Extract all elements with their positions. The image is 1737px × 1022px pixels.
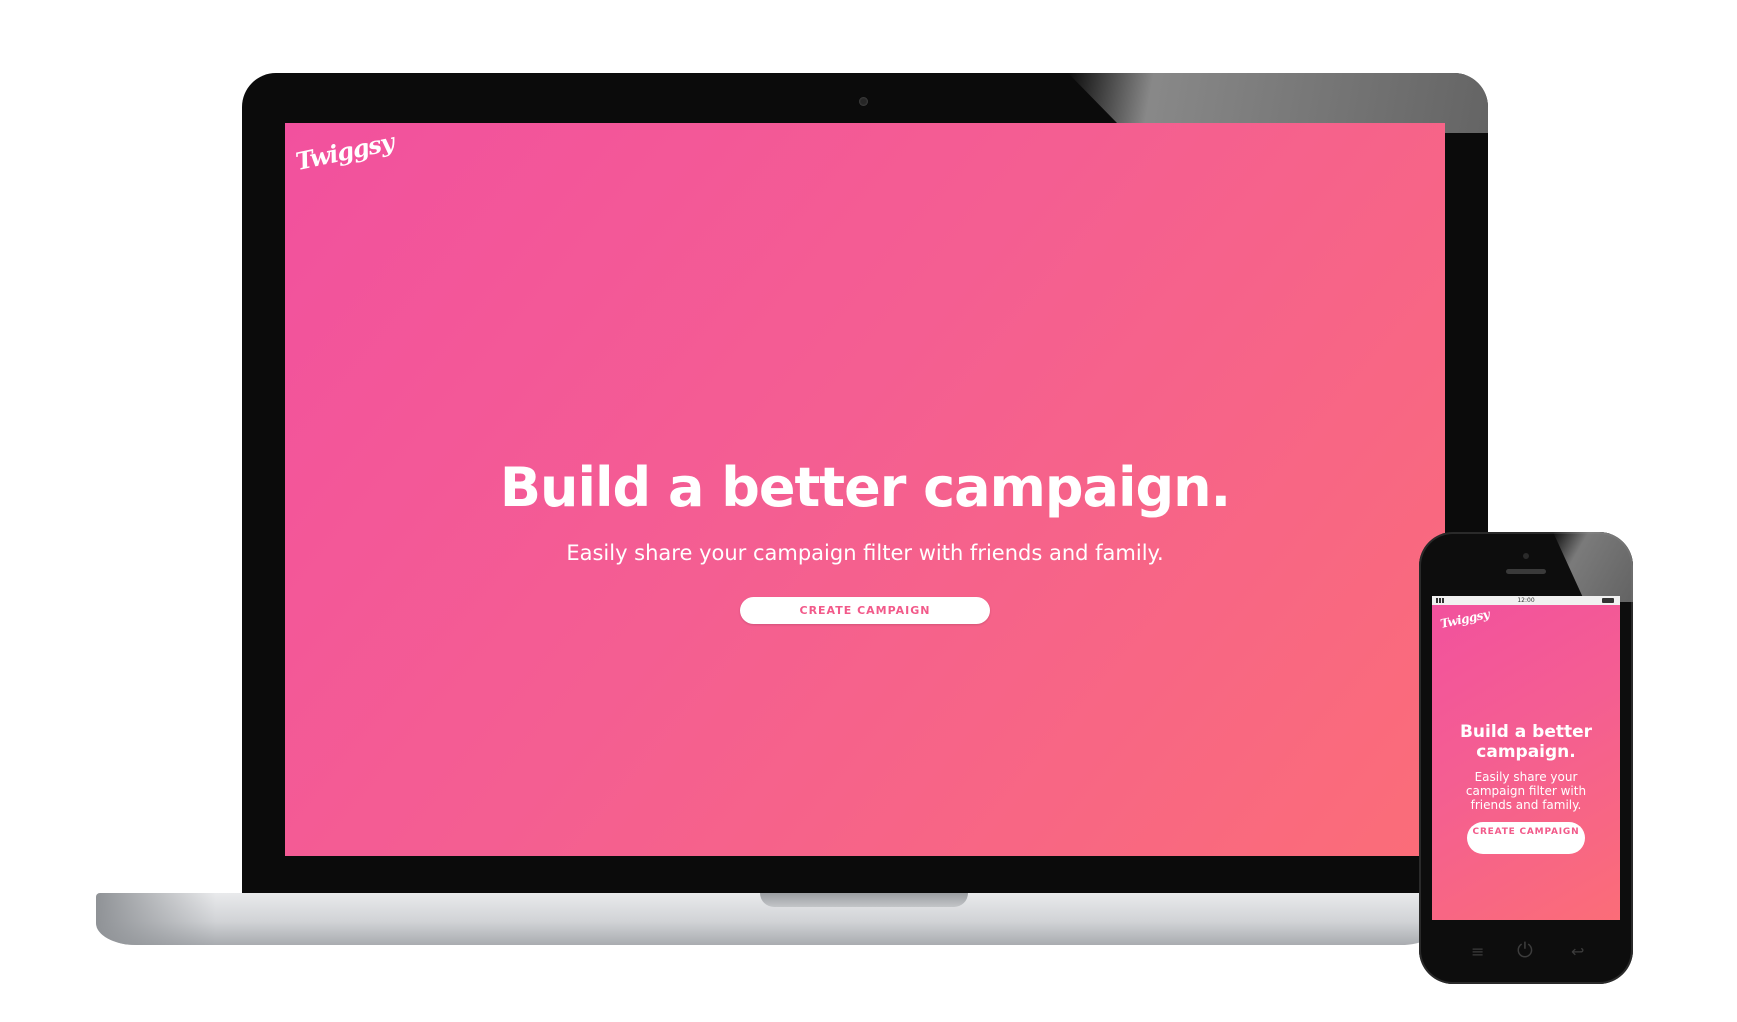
device-mockup-stage: Twiggsy Build a better campaign. Easily …	[0, 0, 1737, 1022]
menu-icon[interactable]: ≡	[1471, 942, 1484, 961]
phone-body: 12:00 Twiggsy Build a better campaign. E…	[1419, 532, 1633, 984]
camera-icon	[859, 97, 868, 106]
phone-screen: 12:00 Twiggsy Build a better campaign. E…	[1432, 596, 1620, 920]
phone-glare	[1553, 532, 1633, 602]
back-icon[interactable]: ↩	[1571, 942, 1584, 961]
laptop-lid: Twiggsy Build a better campaign. Easily …	[242, 73, 1488, 895]
brand-logo[interactable]: Twiggsy	[293, 127, 396, 176]
laptop-hinge-notch	[760, 893, 968, 907]
phone-nav-bar: ≡ ⏻ ↩	[1419, 932, 1633, 972]
hero-subheadline: Easily share your campaign filter with f…	[1465, 770, 1587, 812]
brand-logo[interactable]: Twiggsy	[1439, 607, 1490, 631]
hero-section: Build a better campaign. Easily share yo…	[1432, 722, 1620, 854]
power-icon[interactable]: ⏻	[1517, 938, 1533, 962]
create-campaign-button[interactable]: CREATE CAMPAIGN	[1467, 822, 1585, 854]
status-time: 12:00	[1517, 597, 1535, 604]
hero-section: Build a better campaign. Easily share yo…	[285, 453, 1445, 624]
laptop-screen: Twiggsy Build a better campaign. Easily …	[285, 123, 1445, 856]
hero-subheadline: Easily share your campaign filter with f…	[566, 541, 1164, 565]
phone-status-bar: 12:00	[1432, 596, 1620, 605]
hero-headline: Build a better campaign.	[499, 456, 1231, 519]
create-campaign-button[interactable]: CREATE CAMPAIGN	[740, 597, 990, 624]
battery-icon	[1602, 598, 1614, 603]
hero-headline: Build a better campaign.	[1459, 722, 1593, 762]
laptop-base-edge	[96, 893, 216, 945]
phone-speaker	[1506, 569, 1546, 574]
camera-icon	[1523, 553, 1529, 559]
